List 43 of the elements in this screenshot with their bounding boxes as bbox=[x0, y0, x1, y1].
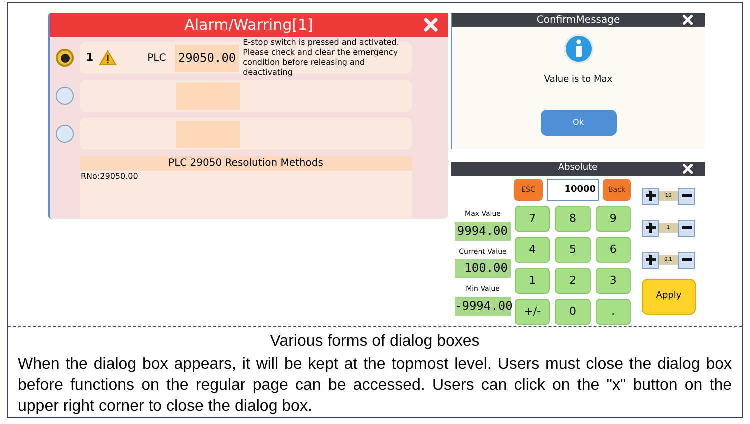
plus-button[interactable] bbox=[642, 220, 659, 236]
key-button[interactable]: 1 bbox=[515, 268, 550, 294]
radio-button[interactable] bbox=[56, 49, 74, 67]
key-button[interactable]: 7 bbox=[515, 206, 550, 232]
plus-icon bbox=[644, 254, 656, 266]
radio-button[interactable] bbox=[56, 125, 74, 143]
code-display bbox=[176, 120, 240, 148]
plus-button[interactable] bbox=[642, 252, 659, 268]
dialog-title: Absolute bbox=[558, 162, 598, 176]
key-button[interactable]: 6 bbox=[596, 237, 631, 263]
key-button[interactable]: 2 bbox=[555, 268, 591, 294]
readout-display: 100.00 bbox=[455, 259, 511, 278]
resolution-text: RNo:29050.00 bbox=[81, 172, 138, 181]
alarm-number: 1 bbox=[86, 50, 94, 66]
code-display: 29050.00 bbox=[175, 44, 240, 72]
resolution-title: PLC 29050 Resolution Methods bbox=[80, 156, 412, 171]
key-button[interactable]: +/- bbox=[515, 299, 550, 325]
key-button[interactable]: 8 bbox=[555, 206, 591, 232]
value-input[interactable]: 10000 bbox=[547, 179, 599, 201]
key-button[interactable]: 0 bbox=[555, 299, 591, 325]
radio-button[interactable] bbox=[56, 87, 74, 105]
readout-display: 9994.00 bbox=[455, 222, 511, 240]
plus-button[interactable] bbox=[642, 188, 659, 204]
plus-icon bbox=[644, 190, 656, 202]
dialog-title: ConfirmMessage bbox=[536, 14, 620, 28]
plus-icon bbox=[644, 222, 656, 234]
caption-text: When the dialog box appears, it will be kept at the topmost level. Users must close the dialog box before functions on the regular page can be accessed. Users can click on the "x" button on the upper right corner to close the dialog box. bbox=[18, 355, 732, 417]
info-icon bbox=[562, 33, 594, 65]
minus-button[interactable] bbox=[678, 220, 695, 236]
key-button[interactable]: 4 bbox=[515, 237, 550, 263]
apply-button[interactable]: Apply bbox=[642, 279, 696, 315]
minus-button[interactable] bbox=[678, 188, 695, 204]
readout-display: -9994.00 bbox=[455, 296, 511, 316]
minus-button[interactable] bbox=[678, 252, 695, 268]
dialog-title: Alarm/Warring[1] bbox=[184, 14, 314, 36]
key-button[interactable]: 3 bbox=[596, 268, 631, 294]
confirm-message: Value is to Max bbox=[544, 74, 613, 87]
code-display bbox=[176, 82, 240, 110]
key-button[interactable]: 5 bbox=[555, 237, 591, 263]
source-label: PLC bbox=[148, 52, 166, 64]
caption-title: Various forms of dialog boxes bbox=[270, 333, 480, 350]
key-button[interactable]: . bbox=[596, 299, 631, 325]
key-button[interactable]: 9 bbox=[596, 206, 631, 232]
